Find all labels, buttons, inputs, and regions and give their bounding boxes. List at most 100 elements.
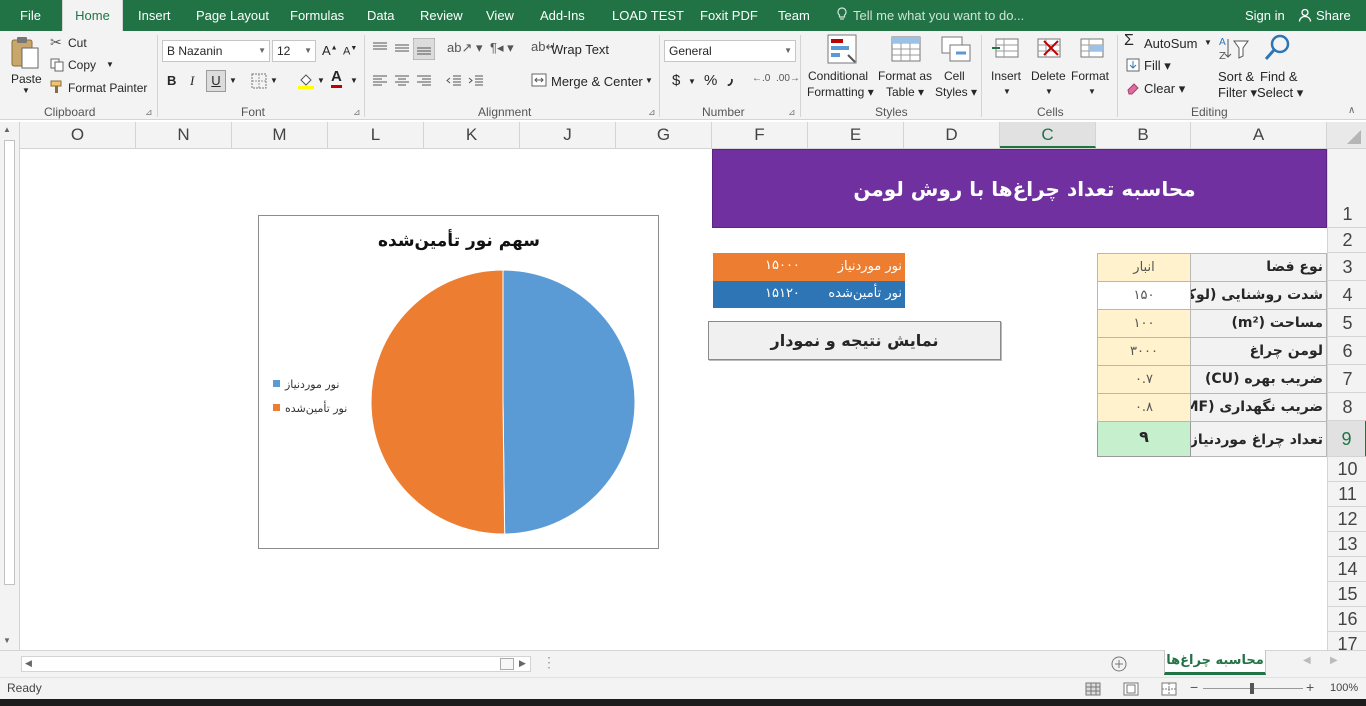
column-header-o[interactable]: O <box>20 122 136 148</box>
cell-styles-button[interactable]: Cell Styles ▾ <box>934 33 978 103</box>
align-left-icon[interactable] <box>372 74 388 88</box>
format-cells-button[interactable]: Format ▼ <box>1070 33 1114 103</box>
copy-button[interactable]: Copy ▼ <box>48 56 128 76</box>
row-header-17[interactable]: 17 <box>1328 632 1366 650</box>
row-header-3[interactable]: 3 <box>1328 253 1366 281</box>
input-value-cell[interactable]: انبار <box>1097 253 1191 282</box>
tab-formulas[interactable]: Formulas <box>290 0 344 31</box>
tab-data[interactable]: Data <box>367 0 394 31</box>
column-header-d[interactable]: D <box>904 122 1000 148</box>
decrease-decimal-icon[interactable]: .00→ <box>776 73 800 84</box>
chevron-down-icon[interactable]: ▼ <box>350 76 358 85</box>
scroll-right-icon[interactable]: ▶ <box>519 658 526 669</box>
scroll-left-icon[interactable]: ◀ <box>25 658 32 669</box>
worksheet[interactable]: محاسبه تعداد چراغ‌ها با روش لومن تعداد چ… <box>21 149 1327 650</box>
insert-cells-button[interactable]: Insert ▼ <box>988 33 1026 103</box>
row-header-5[interactable]: 5 <box>1328 309 1366 337</box>
row-header-12[interactable]: 12 <box>1328 507 1366 532</box>
paste-button[interactable]: Paste ▼ <box>6 34 44 100</box>
column-header-m[interactable]: M <box>232 122 328 148</box>
column-header-g[interactable]: G <box>616 122 712 148</box>
scroll-thumb-h[interactable] <box>500 658 514 670</box>
tab-home[interactable]: Home <box>62 0 123 31</box>
row-header-4[interactable]: 4 <box>1328 281 1366 309</box>
row-header-16[interactable]: 16 <box>1328 607 1366 632</box>
row-header-1[interactable]: 1 <box>1328 149 1366 228</box>
dialog-launcher-icon[interactable]: ⊿ <box>353 107 361 118</box>
pie-slice-2[interactable] <box>370 269 506 535</box>
input-value-cell[interactable]: ۱۰۰ <box>1097 309 1191 338</box>
align-bottom-icon[interactable] <box>413 38 435 60</box>
number-format-dropdown[interactable]: General ▼ <box>664 40 796 62</box>
find-select-button[interactable]: Find & Select ▾ <box>1257 33 1303 103</box>
align-center-icon[interactable] <box>394 74 410 88</box>
input-value-cell[interactable]: ۰.۸ <box>1097 393 1191 422</box>
format-painter-button[interactable]: Format Painter <box>48 78 152 98</box>
prev-sheet-icon[interactable]: ◀ <box>1303 655 1311 666</box>
input-label-cell[interactable]: لومن چراغ <box>1190 337 1327 366</box>
decrease-indent-icon[interactable] <box>446 74 462 88</box>
row-header-10[interactable]: 10 <box>1328 457 1366 482</box>
column-header-a[interactable]: A <box>1191 122 1327 148</box>
sort-filter-button[interactable]: AZ Sort & Filter ▾ <box>1214 33 1258 103</box>
dialog-launcher-icon[interactable]: ⊿ <box>648 107 656 118</box>
input-label-cell[interactable]: نوع فضا <box>1190 253 1327 282</box>
font-color-button[interactable]: A <box>331 69 342 88</box>
increase-indent-icon[interactable] <box>468 74 484 88</box>
chevron-down-icon[interactable]: ▼ <box>317 76 325 85</box>
format-as-table-button[interactable]: Format as Table ▾ <box>878 33 936 103</box>
scroll-down-icon[interactable]: ▼ <box>3 636 11 645</box>
row-header-6[interactable]: 6 <box>1328 337 1366 365</box>
show-result-chart-button[interactable]: نمایش نتیجه و نمودار <box>708 321 1001 360</box>
bold-button[interactable]: B <box>167 73 176 88</box>
row-header-9[interactable]: 9 <box>1328 421 1366 457</box>
comma-style-button[interactable]: ٫ <box>728 70 733 88</box>
column-header-k[interactable]: K <box>424 122 520 148</box>
input-label-cell[interactable]: ضریب نگهداری (MF) <box>1178 393 1327 422</box>
scroll-thumb[interactable] <box>4 140 15 585</box>
tab-file[interactable]: File <box>20 0 41 31</box>
tab-load-test[interactable]: LOAD TEST <box>612 0 684 31</box>
align-right-icon[interactable] <box>416 74 432 88</box>
clear-button[interactable]: Clear ▾ <box>1124 78 1185 98</box>
collapse-ribbon-icon[interactable]: ∧ <box>1348 105 1355 116</box>
normal-view-icon[interactable] <box>1085 682 1101 696</box>
vertical-scrollbar[interactable]: ▲ ▼ <box>0 122 20 650</box>
fill-color-icon[interactable] <box>297 71 315 89</box>
align-top-icon[interactable] <box>372 41 388 55</box>
page-layout-view-icon[interactable] <box>1123 682 1139 696</box>
conditional-formatting-button[interactable]: Conditional Formatting ▾ <box>806 33 878 103</box>
font-name-dropdown[interactable]: B Nazanin ▼ <box>162 40 270 62</box>
input-value-cell[interactable]: ۰.۷ <box>1097 365 1191 394</box>
split-handle-icon[interactable]: ⋮ <box>542 654 556 671</box>
shrink-font-icon[interactable]: A▼ <box>343 45 357 58</box>
row-header-2[interactable]: 2 <box>1328 228 1366 253</box>
column-header-e[interactable]: E <box>808 122 904 148</box>
horizontal-scrollbar[interactable]: ◀ ▶ <box>21 656 531 672</box>
borders-icon[interactable] <box>251 73 267 89</box>
pie-chart-frame[interactable]: سهم نور تأمین‌شده نور موردنیاز نور تأمین‌… <box>258 215 659 549</box>
result-label-cell[interactable]: تعداد چراغ موردنیاز <box>1190 421 1327 457</box>
orientation-icon[interactable]: ab↗ ▾ <box>447 40 483 56</box>
sign-in-link[interactable]: Sign in <box>1245 0 1285 31</box>
wrap-text-button[interactable]: ab↵ Wrap Text <box>531 39 641 59</box>
zoom-slider[interactable] <box>1203 683 1303 694</box>
scroll-up-icon[interactable]: ▲ <box>3 125 11 134</box>
tab-page-layout[interactable]: Page Layout <box>196 0 269 31</box>
row-header-7[interactable]: 7 <box>1328 365 1366 393</box>
fill-button[interactable]: Fill ▾ <box>1124 55 1184 75</box>
zoom-level[interactable]: 100% <box>1330 682 1358 694</box>
dialog-launcher-icon[interactable]: ⊿ <box>788 107 796 118</box>
delete-cells-button[interactable]: Delete ▼ <box>1030 33 1068 103</box>
share-button[interactable]: Share <box>1298 0 1351 31</box>
underline-button[interactable]: U <box>206 70 226 92</box>
add-sheet-icon[interactable] <box>1110 655 1128 673</box>
merge-center-button[interactable]: Merge & Center ▼ <box>531 71 655 91</box>
result-value-cell[interactable]: ۹ <box>1097 421 1191 457</box>
tab-addins[interactable]: Add-Ins <box>540 0 585 31</box>
percent-button[interactable]: % <box>704 72 717 89</box>
tab-review[interactable]: Review <box>420 0 463 31</box>
input-value-cell[interactable]: ۳۰۰۰ <box>1097 337 1191 366</box>
next-sheet-icon[interactable]: ▶ <box>1330 655 1338 666</box>
input-value-cell[interactable]: ۱۵۰ <box>1097 281 1191 310</box>
